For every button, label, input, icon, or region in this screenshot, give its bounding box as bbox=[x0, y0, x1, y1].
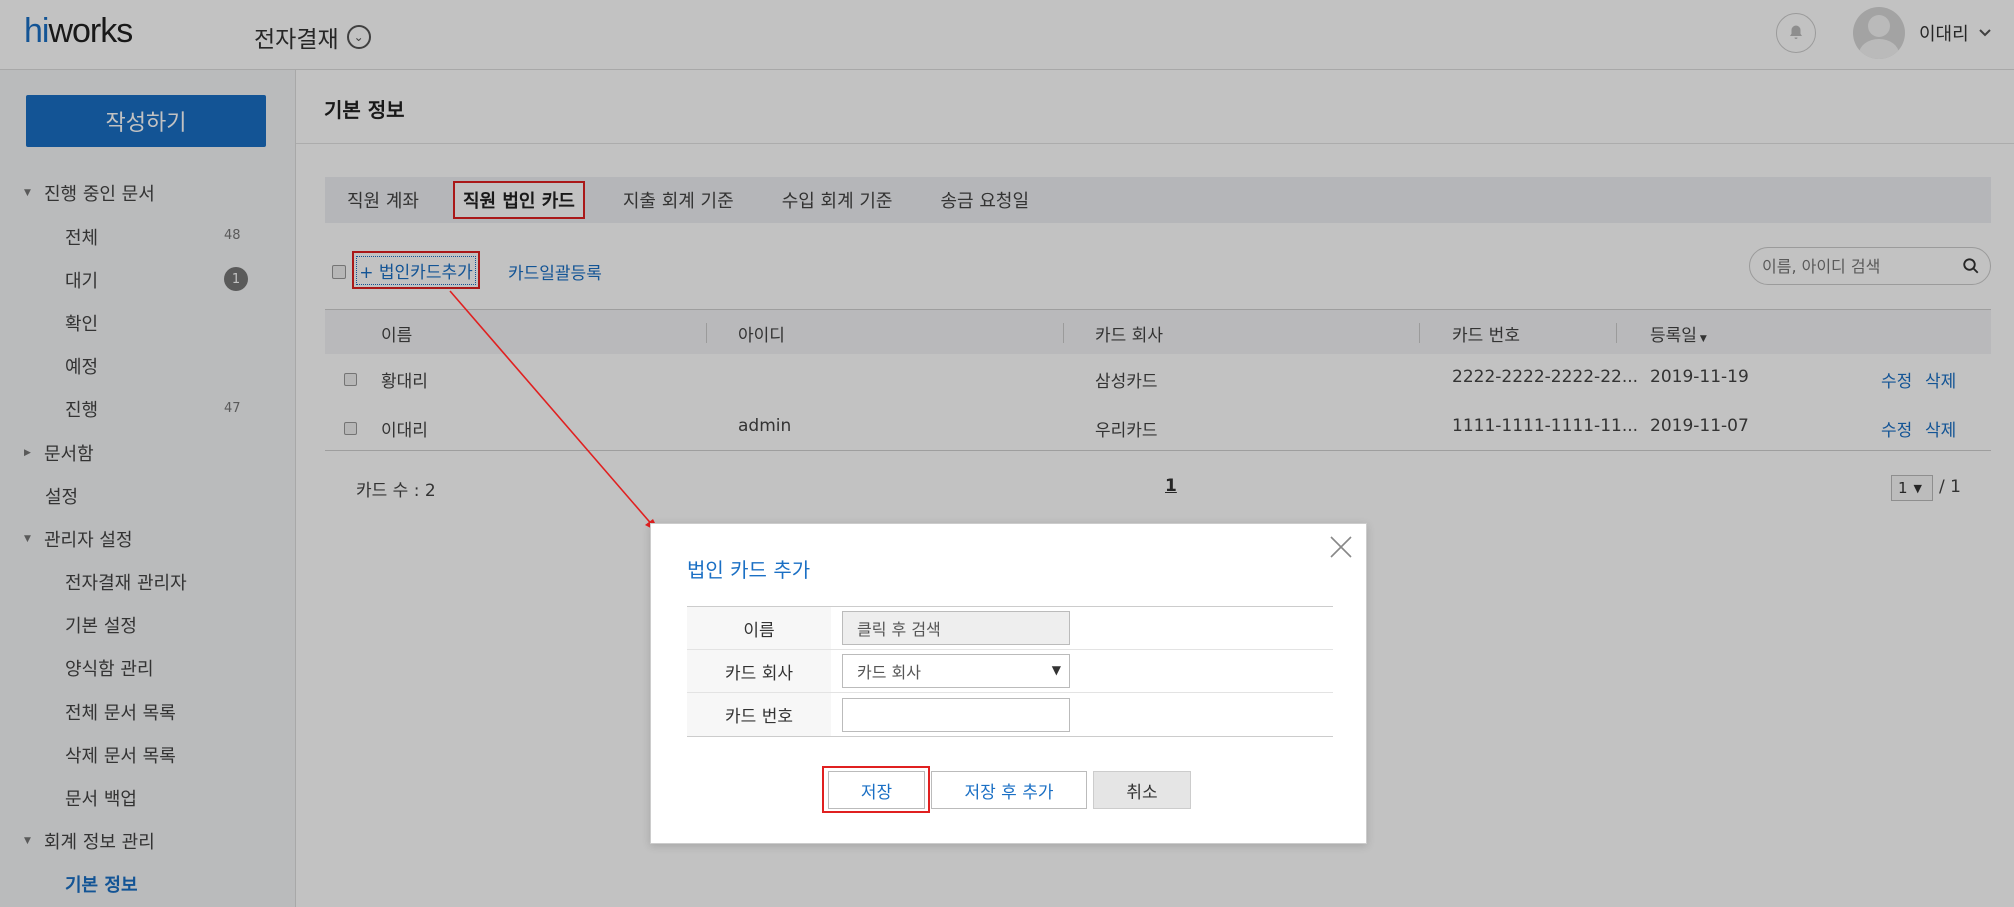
caret-down-icon: ▼ bbox=[1051, 663, 1061, 677]
card-number-input[interactable] bbox=[842, 697, 1070, 732]
card-company-select[interactable]: 카드 회사 ▼ bbox=[842, 654, 1070, 688]
cancel-button[interactable]: 취소 bbox=[1093, 771, 1191, 809]
field-label: 이름 bbox=[687, 607, 831, 649]
form-row-name: 이름 클릭 후 검색 bbox=[687, 607, 1333, 650]
name-search-field[interactable]: 클릭 후 검색 bbox=[842, 611, 1070, 645]
field-label: 카드 번호 bbox=[687, 693, 831, 736]
form-row-card-number: 카드 번호 bbox=[687, 693, 1333, 736]
select-value: 카드 회사 bbox=[857, 663, 921, 682]
form-row-card-company: 카드 회사 카드 회사 ▼ bbox=[687, 650, 1333, 693]
add-corporate-card-dialog: 법인 카드 추가 이름 클릭 후 검색 카드 회사 카드 회사 ▼ 카드 번호 저… bbox=[650, 523, 1367, 844]
close-icon[interactable] bbox=[1328, 534, 1354, 560]
save-and-add-button[interactable]: 저장 후 추가 bbox=[931, 771, 1087, 809]
card-form: 이름 클릭 후 검색 카드 회사 카드 회사 ▼ 카드 번호 bbox=[687, 606, 1333, 737]
field-label: 카드 회사 bbox=[687, 650, 831, 692]
dialog-title: 법인 카드 추가 bbox=[687, 558, 811, 582]
save-button[interactable]: 저장 bbox=[828, 771, 925, 809]
